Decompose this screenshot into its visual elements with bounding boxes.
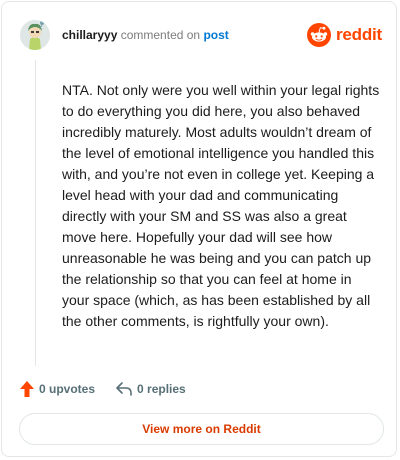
reddit-alien-icon xyxy=(306,23,331,47)
reddit-logo[interactable]: reddit xyxy=(306,21,382,49)
comment-actions: 0 upvotes 0 replies xyxy=(19,379,186,399)
commented-on-text: commented on xyxy=(120,28,201,42)
comment-body: NTA. Not only were you well within your … xyxy=(62,82,380,329)
upvote-button[interactable]: 0 upvotes xyxy=(19,380,95,398)
view-more-on-reddit-button[interactable]: View more on Reddit xyxy=(19,413,384,445)
thread-line xyxy=(35,60,36,366)
upvote-count: 0 upvotes xyxy=(39,382,96,396)
avatar-image xyxy=(20,20,50,50)
post-link[interactable]: post xyxy=(203,28,228,42)
avatar[interactable] xyxy=(20,20,50,50)
byline: chillaryyy commented on post xyxy=(62,28,229,42)
comment-header: chillaryyy commented on post reddit xyxy=(16,15,382,55)
embedded-comment-card: chillaryyy commented on post reddit NTA.… xyxy=(1,1,397,457)
reddit-wordmark: reddit xyxy=(335,25,382,44)
reply-count: 0 replies xyxy=(137,382,186,396)
reply-button[interactable]: 0 replies xyxy=(115,381,186,397)
reply-arrow-icon xyxy=(116,382,132,396)
username-link[interactable]: chillaryyy xyxy=(62,28,117,42)
upvote-arrow-icon xyxy=(20,381,34,397)
